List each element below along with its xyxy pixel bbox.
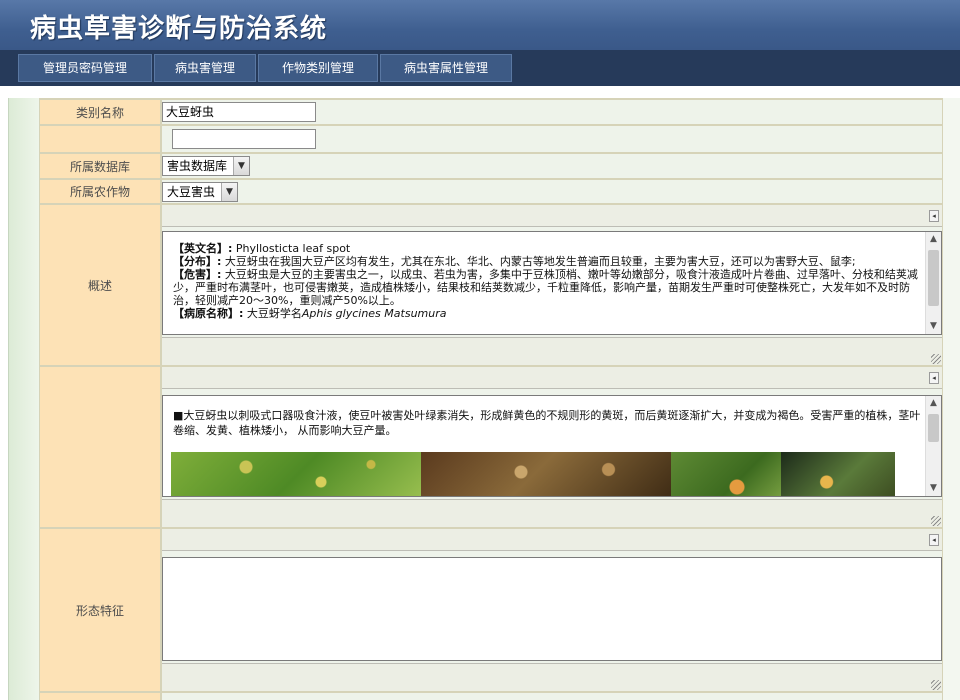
next-field-cell [161, 692, 943, 700]
database-cell: 害虫数据库 ▼ [161, 153, 943, 179]
crop-select[interactable]: 大豆害虫 ▼ [162, 182, 238, 202]
database-select[interactable]: 害虫数据库 ▼ [162, 156, 250, 176]
morphology-editor-toolbar: ◂ [162, 529, 942, 551]
unnamed-label-cell [39, 125, 161, 153]
overview-cell: ◂ 【英文名】: Phyllosticta leaf spot 【分布】: 大豆… [161, 204, 943, 366]
collapse-arrow-icon[interactable]: ◂ [929, 534, 939, 546]
tab-pest-attributes[interactable]: 病虫害属性管理 [380, 54, 512, 82]
morphology-label: 形态特征 [39, 528, 161, 692]
morphology-cell: ◂ [161, 528, 943, 692]
header-spacer [0, 86, 960, 98]
overview-text: 【英文名】: Phyllosticta leaf spot 【分布】: 大豆蚜虫… [173, 242, 921, 320]
overview-editor-toolbar: ◂ [162, 205, 942, 227]
overview-editor-statusbar [162, 337, 942, 365]
symptom-text: ■大豆蚜虫以刺吸式口器吸食汁液，使豆叶被害处叶绿素消失，形成鲜黄色的不规则形的黄… [173, 409, 921, 437]
symptom-photos [171, 452, 895, 496]
symptom-editor-toolbar: ◂ [162, 367, 942, 389]
scroll-down-icon[interactable]: ▼ [926, 481, 941, 496]
chevron-down-icon: ▼ [233, 157, 249, 175]
tab-admin-password[interactable]: 管理员密码管理 [18, 54, 152, 82]
morphology-editor-statusbar [162, 663, 942, 691]
aphid-photo-1 [171, 452, 421, 496]
category-name-label: 类别名称 [39, 99, 161, 125]
resize-grip-icon[interactable] [931, 516, 941, 526]
chevron-down-icon: ▼ [221, 183, 237, 201]
overview-line-pathogen: 【病原名称】: 大豆蚜学名Aphis glycines Matsumura [173, 307, 447, 320]
collapse-arrow-icon[interactable]: ◂ [929, 372, 939, 384]
resize-grip-icon[interactable] [931, 680, 941, 690]
symptom-scrollbar[interactable]: ▲ ▼ [925, 396, 941, 496]
overview-label: 概述 [39, 204, 161, 366]
category-name-input[interactable]: 大豆蚜虫 [162, 102, 316, 122]
scroll-up-icon[interactable]: ▲ [926, 232, 941, 247]
overview-scrollbar[interactable]: ▲ ▼ [925, 232, 941, 334]
form-area: 类别名称 大豆蚜虫 所属数据库 害虫数据库 ▼ 所属农作物 大豆害虫 ▼ 概述 … [8, 98, 960, 700]
overview-editor[interactable]: 【英文名】: Phyllosticta leaf spot 【分布】: 大豆蚜虫… [162, 231, 942, 335]
symptom-editor[interactable]: ■大豆蚜虫以刺吸式口器吸食汁液，使豆叶被害处叶绿素消失，形成鲜黄色的不规则形的黄… [162, 395, 942, 497]
category-name-cell: 大豆蚜虫 [161, 99, 943, 125]
next-label-cell [39, 692, 161, 700]
symptom-editor-statusbar [162, 499, 942, 527]
crop-cell: 大豆害虫 ▼ [161, 179, 943, 204]
database-selected-value: 害虫数据库 [167, 159, 228, 173]
unnamed-field-cell [161, 125, 943, 153]
scroll-thumb[interactable] [928, 250, 939, 306]
unnamed-text-input[interactable] [172, 129, 316, 149]
symptom-label-cell [39, 366, 161, 528]
aphid-photo-3 [671, 452, 781, 496]
scroll-up-icon[interactable]: ▲ [926, 396, 941, 411]
collapse-arrow-icon[interactable]: ◂ [929, 210, 939, 222]
database-label: 所属数据库 [39, 153, 161, 179]
overview-line-damage: 【危害】: 大豆蚜虫是大豆的主要害虫之一，以成虫、若虫为害，多集中于豆株顶梢、嫩… [173, 268, 918, 307]
crop-label: 所属农作物 [39, 179, 161, 204]
tab-pest-management[interactable]: 病虫害管理 [154, 54, 256, 82]
overview-line-english: 【英文名】: Phyllosticta leaf spot [173, 242, 351, 255]
aphid-photo-2 [421, 452, 671, 496]
overview-line-distribution: 【分布】: 大豆蚜虫在我国大豆产区均有发生，尤其在东北、华北、内蒙古等地发生普遍… [173, 255, 856, 268]
app-header: 病虫草害诊断与防治系统 [0, 0, 960, 50]
morphology-editor[interactable] [162, 557, 942, 661]
symptom-cell: ◂ ■大豆蚜虫以刺吸式口器吸食汁液，使豆叶被害处叶绿素消失，形成鲜黄色的不规则形… [161, 366, 943, 528]
scroll-down-icon[interactable]: ▼ [926, 319, 941, 334]
main-nav: 管理员密码管理 病虫害管理 作物类别管理 病虫害属性管理 [0, 50, 960, 86]
aphid-photo-4 [781, 452, 895, 496]
scroll-thumb[interactable] [928, 414, 939, 442]
app-title: 病虫草害诊断与防治系统 [30, 14, 328, 44]
crop-selected-value: 大豆害虫 [167, 185, 216, 199]
resize-grip-icon[interactable] [931, 354, 941, 364]
tab-crop-category[interactable]: 作物类别管理 [258, 54, 378, 82]
